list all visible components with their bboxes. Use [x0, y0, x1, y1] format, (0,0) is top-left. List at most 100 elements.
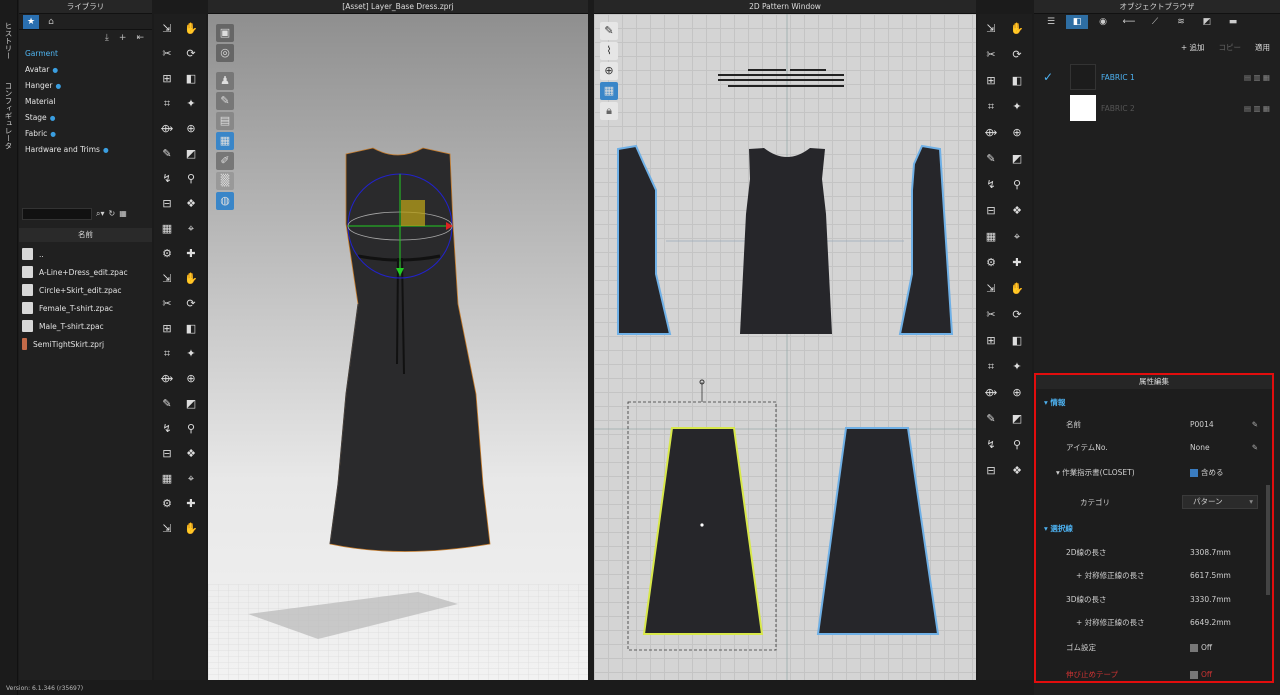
toolbar-tool-icon[interactable]: ⌗ — [158, 345, 176, 363]
toolbar-tool-icon[interactable]: ⟴ — [158, 120, 176, 138]
toolbar-tool-icon[interactable]: ⌖ — [182, 220, 200, 238]
favorites-icon[interactable]: ★ — [23, 14, 39, 29]
button-tab-icon[interactable]: ◉ — [1092, 15, 1114, 29]
toolbar-tool-icon[interactable]: ↯ — [982, 436, 1000, 454]
list-view-icon[interactable]: ☰ — [1040, 15, 1062, 29]
toolbar-tool-icon[interactable]: ✂ — [158, 45, 176, 63]
library-item-hardware[interactable]: Hardware and Trims ● — [19, 142, 152, 158]
seam-display-icon[interactable]: ⌇ — [600, 42, 618, 60]
toolbar-tool-icon[interactable]: ✎ — [982, 410, 1000, 428]
toolbar-tool-icon[interactable]: ✋ — [1008, 20, 1026, 38]
toolbar-tool-icon[interactable]: ✦ — [1008, 358, 1026, 376]
file-item[interactable]: Male_T-shirt.zpac — [22, 317, 104, 335]
toolbar-tool-icon[interactable]: ◩ — [182, 145, 200, 163]
graphic-tab-icon[interactable]: ◩ — [1196, 15, 1218, 29]
toolbar-tool-icon[interactable]: ▦ — [158, 220, 176, 238]
toolbar-tool-icon[interactable]: ⟴ — [982, 384, 1000, 402]
toolbar-tool-icon[interactable]: ⌗ — [158, 95, 176, 113]
toolbar-tool-icon[interactable]: ✦ — [182, 95, 200, 113]
toolbar-tool-icon[interactable]: ❖ — [1008, 202, 1026, 220]
trim-tab-icon[interactable]: ▬ — [1222, 15, 1244, 29]
stitch-display-icon[interactable]: ▒ — [216, 172, 234, 190]
edit-display-icon[interactable]: ✐ — [216, 152, 234, 170]
library-item-stage[interactable]: Stage ● — [19, 110, 152, 126]
toolbar-tool-icon[interactable]: ❖ — [182, 445, 200, 463]
toolbar-tool-icon[interactable]: ↯ — [158, 420, 176, 438]
buttonhole-tab-icon[interactable]: ⟵ — [1118, 15, 1140, 29]
copy-button[interactable]: コピー — [1219, 42, 1242, 53]
toolbar-tool-icon[interactable]: ✚ — [1008, 254, 1026, 272]
toolbar-tool-icon[interactable]: ⊞ — [982, 72, 1000, 90]
file-item[interactable]: Female_T-shirt.zpac — [22, 299, 113, 317]
toolbar-tool-icon[interactable]: ⚲ — [182, 170, 200, 188]
info-section-header[interactable]: ▾ 情報 — [1036, 391, 1272, 413]
tab-history[interactable]: ヒストリー — [3, 22, 14, 60]
toolbar-tool-icon[interactable]: ⌖ — [1008, 228, 1026, 246]
measure-icon[interactable]: ✎ — [216, 92, 234, 110]
toolbar-tool-icon[interactable]: ⚲ — [182, 420, 200, 438]
name-value[interactable]: P0014 — [1190, 420, 1214, 429]
toolbar-tool-icon[interactable]: ✋ — [182, 20, 200, 38]
toolbar-tool-icon[interactable]: ⌗ — [982, 358, 1000, 376]
globe-icon[interactable]: ◍ — [216, 192, 234, 210]
toolbar-tool-icon[interactable]: ◧ — [182, 70, 200, 88]
fabric-texture-icon[interactable]: ▦ — [600, 82, 618, 100]
texture-icon[interactable]: ▤ — [216, 112, 234, 130]
grain-display-icon[interactable]: ⊕ — [600, 62, 618, 80]
tab-configurator[interactable]: コンフィギュレータ — [3, 82, 14, 150]
toolbar-tool-icon[interactable]: ▦ — [158, 470, 176, 488]
toolbar-tool-icon[interactable]: ⊟ — [982, 462, 1000, 480]
instruction-checkbox[interactable]: 含める — [1190, 467, 1224, 478]
toolbar-tool-icon[interactable]: ⊕ — [182, 120, 200, 138]
library-item-hanger[interactable]: Hanger ● — [19, 78, 152, 94]
download-icon[interactable]: ⤓ — [105, 33, 109, 43]
edit-icon[interactable]: ✎ — [1252, 420, 1258, 429]
item-no-value[interactable]: None — [1190, 443, 1210, 452]
lock-icon[interactable]: 🔒︎ — [600, 102, 618, 120]
toolbar-tool-icon[interactable]: ✂ — [982, 306, 1000, 324]
toolbar-tool-icon[interactable]: ⊞ — [158, 320, 176, 338]
library-item-material[interactable]: Material — [19, 94, 152, 110]
3d-viewport[interactable]: ▣ ◎ ♟ ✎ ▤ ▦ ✐ ▒ ◍ — [208, 14, 588, 680]
toolbar-tool-icon[interactable]: ✚ — [182, 245, 200, 263]
toolbar-tool-icon[interactable]: ⇲ — [982, 280, 1000, 298]
toolbar-tool-icon[interactable]: ⚙ — [158, 245, 176, 263]
topstitch-tab-icon[interactable]: ⟋ — [1144, 15, 1166, 29]
toolbar-tool-icon[interactable]: ↯ — [982, 176, 1000, 194]
file-item[interactable]: .. — [22, 245, 44, 263]
tape-checkbox[interactable]: Off — [1190, 670, 1212, 679]
scrollbar[interactable] — [1266, 485, 1270, 595]
toolbar-tool-icon[interactable]: ↯ — [158, 170, 176, 188]
toolbar-tool-icon[interactable]: ⊞ — [158, 70, 176, 88]
toolbar-tool-icon[interactable]: ✚ — [182, 495, 200, 513]
file-item[interactable]: SemiTightSkirt.zprj — [22, 335, 104, 353]
selected-line-section-header[interactable]: ▾ 選択線 — [1036, 517, 1272, 539]
grid-view-icon[interactable]: ▦ — [119, 209, 127, 218]
fabric-display-icon[interactable]: ▦ — [216, 132, 234, 150]
category-select[interactable]: パターン ▾ — [1182, 495, 1258, 509]
add-button[interactable]: + 追加 — [1181, 42, 1205, 53]
toolbar-tool-icon[interactable]: ⇲ — [982, 20, 1000, 38]
toolbar-tool-icon[interactable]: ⌖ — [182, 470, 200, 488]
toolbar-tool-icon[interactable]: ✋ — [182, 270, 200, 288]
toolbar-tool-icon[interactable]: ⚲ — [1008, 436, 1026, 454]
toolbar-tool-icon[interactable]: ⊟ — [158, 195, 176, 213]
toolbar-tool-icon[interactable]: ⟴ — [982, 124, 1000, 142]
avatar-display-icon[interactable]: ♟ — [216, 72, 234, 90]
library-item-garment[interactable]: Garment — [19, 46, 152, 62]
toolbar-tool-icon[interactable]: ✦ — [1008, 98, 1026, 116]
toolbar-tool-icon[interactable]: ✎ — [158, 395, 176, 413]
toolbar-tool-icon[interactable]: ⇲ — [158, 270, 176, 288]
file-item[interactable]: Circle+Skirt_edit.zpac — [22, 281, 122, 299]
toolbar-tool-icon[interactable]: ⟳ — [182, 295, 200, 313]
toolbar-tool-icon[interactable]: ✎ — [982, 150, 1000, 168]
toolbar-tool-icon[interactable]: ◩ — [1008, 150, 1026, 168]
toolbar-tool-icon[interactable]: ⊕ — [1008, 384, 1026, 402]
refresh-icon[interactable]: ↻ — [109, 209, 116, 218]
elastic-checkbox[interactable]: Off — [1190, 643, 1212, 652]
toolbar-tool-icon[interactable]: ⌗ — [982, 98, 1000, 116]
toolbar-tool-icon[interactable]: ⚙ — [158, 495, 176, 513]
toolbar-tool-icon[interactable]: ⟴ — [158, 370, 176, 388]
toolbar-tool-icon[interactable]: ✋ — [1008, 280, 1026, 298]
toolbar-tool-icon[interactable]: ⟳ — [182, 45, 200, 63]
